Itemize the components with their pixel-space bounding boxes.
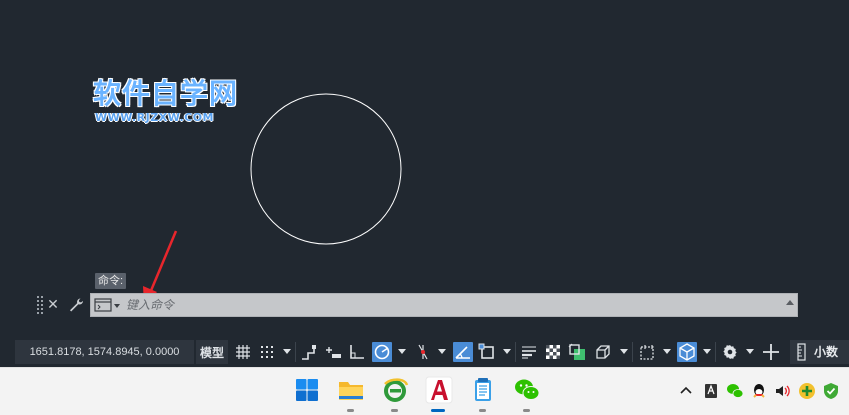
watermark-url: WWW.RJZXW.COM: [95, 111, 214, 124]
command-input[interactable]: [126, 296, 766, 314]
customization-icon[interactable]: [720, 342, 740, 362]
wrench-icon[interactable]: [67, 296, 85, 314]
shield-icon[interactable]: [822, 382, 840, 400]
command-line[interactable]: [90, 293, 798, 317]
windows-start-icon[interactable]: [293, 376, 321, 404]
active-window-indicator: [431, 409, 445, 412]
snap-mode-icon[interactable]: [257, 342, 277, 362]
object-snap-tracking-icon[interactable]: [453, 342, 473, 362]
volume-icon[interactable]: [774, 382, 792, 400]
running-indicator: [523, 409, 530, 412]
3d-object-snap-icon[interactable]: [593, 342, 613, 362]
running-indicator: [347, 409, 354, 412]
polar-tracking-dropdown[interactable]: [398, 349, 406, 354]
running-indicator: [391, 409, 398, 412]
grid-icon[interactable]: [233, 342, 253, 362]
command-history-up-arrow[interactable]: [786, 300, 794, 305]
units-icon: [797, 343, 806, 361]
annotation-scale-dropdown[interactable]: [663, 349, 671, 354]
drawing-layer: [143, 93, 402, 306]
close-icon[interactable]: ✕: [46, 296, 60, 312]
annotation-scale-icon[interactable]: [637, 342, 657, 362]
coordinates-readout[interactable]: 1651.8178, 1574.8945, 0.0000: [15, 340, 194, 364]
status-bar: 1651.8178, 1574.8945, 0.0000 模型 小数: [0, 320, 849, 367]
file-explorer-icon[interactable]: [337, 376, 365, 404]
units-label: 小数: [814, 345, 839, 359]
status-separator: [295, 342, 296, 362]
command-line-grip-handle[interactable]: [37, 296, 43, 314]
3d-object-snap-dropdown[interactable]: [620, 349, 628, 354]
lineweight-icon[interactable]: [519, 342, 539, 362]
ie-browser-icon[interactable]: [381, 376, 409, 404]
taskbar: [0, 367, 849, 415]
units-button[interactable]: 小数: [790, 340, 849, 364]
command-prompt-icon[interactable]: [94, 297, 122, 313]
transparency-icon[interactable]: [543, 342, 563, 362]
command-tooltip: 命令:: [95, 273, 127, 289]
notepad-icon[interactable]: [469, 376, 497, 404]
customization-dropdown[interactable]: [746, 349, 754, 354]
watermark-title: 软件自学网: [93, 77, 239, 110]
qq-icon[interactable]: [750, 382, 768, 400]
status-separator: [515, 342, 516, 362]
running-indicator: [479, 409, 486, 412]
object-snap-icon[interactable]: [477, 342, 497, 362]
object-snap-dropdown[interactable]: [503, 349, 511, 354]
plus-icon[interactable]: [761, 342, 781, 362]
dynamic-input-icon[interactable]: [323, 342, 343, 362]
ime-icon[interactable]: [702, 382, 720, 400]
model-space-button[interactable]: 模型: [196, 340, 228, 364]
isometric-dropdown[interactable]: [438, 349, 446, 354]
isometric-icon[interactable]: [413, 342, 433, 362]
status-separator: [715, 342, 716, 362]
selection-cycling-icon[interactable]: [567, 342, 587, 362]
autocad-icon[interactable]: [425, 376, 453, 404]
status-separator: [632, 342, 633, 362]
workspace-icon[interactable]: [677, 342, 697, 362]
chevron-up-icon[interactable]: [677, 382, 695, 400]
ortho-icon[interactable]: [347, 342, 367, 362]
polar-tracking-icon[interactable]: [372, 342, 392, 362]
drawing-canvas[interactable]: 软件自学网 WWW.RJZXW.COM 命令: ✕: [0, 0, 849, 320]
wechat-icon[interactable]: [513, 376, 541, 404]
wechat-tray-icon[interactable]: [726, 382, 744, 400]
snap-mode-dropdown[interactable]: [283, 349, 291, 354]
circle-entity[interactable]: [250, 93, 402, 245]
infer-constraints-icon[interactable]: [299, 342, 319, 362]
watermark: 软件自学网 WWW.RJZXW.COM: [93, 77, 239, 125]
workspace-dropdown[interactable]: [703, 349, 711, 354]
security-plus-icon[interactable]: [798, 382, 816, 400]
